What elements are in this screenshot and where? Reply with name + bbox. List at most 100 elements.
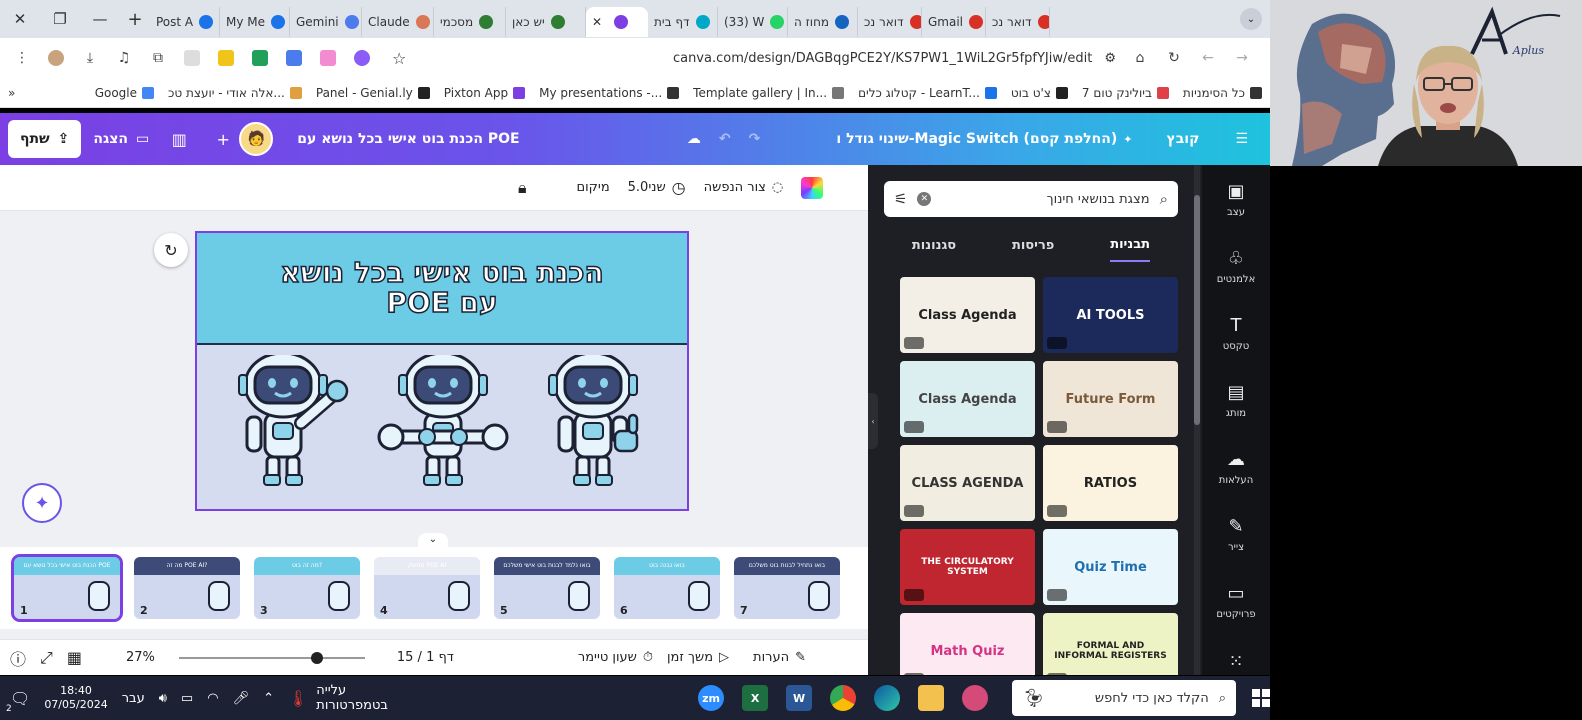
rail-item[interactable]: ✎ צייר [1202, 514, 1270, 554]
template-card[interactable]: RATIOS [1043, 445, 1178, 521]
page-indicator[interactable]: דף 1 / 15 [397, 650, 454, 665]
bookmark-item[interactable]: אלה אודי - יועצת טכ... [168, 86, 302, 100]
new-tab-button[interactable]: + [120, 9, 150, 30]
wifi-icon[interactable]: ◠ [207, 691, 218, 706]
close-tab-icon[interactable]: ✕ [592, 15, 602, 29]
chrome-app-icon[interactable] [830, 685, 857, 711]
template-card[interactable]: AI TOOLS [1043, 277, 1178, 353]
word-app-icon[interactable]: W [786, 685, 813, 711]
bookmark-item[interactable]: כל הסימניות [1183, 86, 1262, 100]
help-icon[interactable]: ⓘ [10, 646, 26, 670]
volume-icon[interactable]: 🔊︎ [159, 691, 167, 706]
redo-icon[interactable]: ↷ [749, 131, 761, 147]
tab-templates[interactable]: תבניות [1110, 237, 1151, 262]
fullscreen-icon[interactable]: ⤢ [40, 648, 53, 668]
back-icon[interactable]: ← [1194, 44, 1222, 72]
more-bookmarks-icon[interactable]: » [8, 86, 15, 100]
zoom-slider-knob[interactable] [310, 651, 323, 664]
template-card[interactable]: Future Form [1043, 361, 1178, 437]
duration-bottom-button[interactable]: משך זמן ▷ [667, 650, 729, 665]
clear-search-icon[interactable]: ✕ [917, 192, 932, 206]
slide-thumbnail[interactable]: בואו נבנה בוט 6 [614, 557, 720, 619]
filter-icon[interactable]: ⚟ [894, 190, 907, 208]
analytics-icon[interactable]: ▥ [163, 123, 195, 155]
browser-tab[interactable]: Post A [150, 7, 220, 37]
slide-title-line2[interactable]: עם POE [386, 287, 499, 319]
site-settings-icon[interactable]: ⚙ [1104, 51, 1116, 66]
excel-app-icon[interactable]: X [742, 685, 769, 711]
template-card[interactable]: Math Quiz [900, 613, 1035, 675]
grid-view-icon[interactable]: ▦ [67, 648, 82, 667]
apps-grid-icon[interactable]: ⁙ [1202, 649, 1270, 673]
document-title[interactable]: הכנת בוט אישי בכל נושא עם POE [297, 131, 519, 147]
slide-thumbnail[interactable]: בואו נלמד לבנות בוט אישי משלכם 5 [494, 557, 600, 619]
rail-item[interactable]: ▤ מותג [1202, 380, 1270, 420]
browser-tab[interactable]: מחוז ה [788, 7, 858, 37]
forward-icon[interactable]: → [1228, 44, 1256, 72]
media-control-icon[interactable]: ♫ [110, 44, 138, 72]
bookmark-item[interactable]: Panel - Genial.ly [316, 86, 430, 100]
template-card[interactable]: THE CIRCULATORY SYSTEM [900, 529, 1035, 605]
bookmark-item[interactable]: Template gallery | In... [693, 86, 845, 100]
undo-icon[interactable]: ↶ [719, 131, 731, 147]
extension-icon[interactable] [212, 44, 240, 72]
bookmark-star-icon[interactable]: ☆ [392, 49, 406, 68]
rotate-icon[interactable]: ↻ [154, 233, 188, 267]
tray-chevron-icon[interactable]: ⌃ [263, 691, 274, 706]
panel-collapse-chevron-icon[interactable]: ‹ [868, 393, 878, 449]
bookmark-item[interactable]: Google [95, 86, 155, 100]
duration-button[interactable]: 5.0שני ◷ [628, 178, 686, 197]
bookmark-item[interactable]: צ'ט בוט [1011, 86, 1068, 100]
snipping-tool-icon[interactable] [962, 685, 989, 711]
extension-icon[interactable] [178, 44, 206, 72]
slide-canvas[interactable]: הכנת בוט אישי בכל נושא עם POE [195, 231, 689, 511]
bookmark-item[interactable]: Pixton App [444, 86, 526, 100]
browser-tab[interactable]: דואר נכ [986, 7, 1050, 37]
language-indicator[interactable]: עבר [122, 691, 145, 706]
browser-tab[interactable]: יש כאן [506, 7, 586, 37]
tab-layouts[interactable]: פריסות [1012, 238, 1054, 253]
browser-tab[interactable]: Claude [362, 7, 434, 37]
share-button[interactable]: שתף ⇪ [8, 120, 82, 158]
template-card[interactable]: Quiz Time [1043, 529, 1178, 605]
file-menu[interactable]: קובץ [1167, 131, 1200, 147]
system-clock[interactable]: 18:40 07/05/2024 [44, 684, 107, 712]
bookmark-item[interactable]: קטלוג כלים - LearnT... [858, 86, 997, 100]
bookmark-item[interactable]: ביולינק טום 7 [1082, 86, 1169, 100]
collapse-pages-chevron-icon[interactable]: ⌄ [418, 533, 448, 547]
template-card[interactable]: CLASS AGENDA [900, 445, 1035, 521]
menu-kebab-icon[interactable]: ⋮ [8, 44, 36, 72]
zoom-slider[interactable] [178, 651, 365, 664]
edge-app-icon[interactable] [874, 685, 901, 711]
weather-widget[interactable]: 🌡︎ עלייה בטמפרטורות [288, 683, 398, 713]
close-window-icon[interactable]: ✕ [0, 0, 40, 38]
template-card[interactable]: Class Agenda [900, 361, 1035, 437]
browser-tab[interactable]: ✕ [586, 7, 648, 37]
avatar[interactable]: 🧑 [239, 122, 274, 156]
magic-sparkle-button[interactable]: ✦ [22, 483, 62, 523]
magic-switch-button[interactable]: שינוי גודל ו-Magic Switch (החלפת קסם) ✦ [836, 131, 1132, 147]
hamburger-menu-icon[interactable]: ☰ [1235, 131, 1248, 147]
slide-thumbnail[interactable]: בואו נתחיל לבנות בוט משלכם 7 [734, 557, 840, 619]
zoom-app-icon[interactable]: zm [698, 685, 725, 711]
browser-tab[interactable]: דף בית [648, 7, 718, 37]
browser-tab[interactable]: דואר נכ [858, 7, 922, 37]
windows-start-icon[interactable] [1252, 689, 1270, 707]
rail-item[interactable]: ☁ העלאות [1202, 447, 1270, 487]
timer-button[interactable]: שעון טיימר ⏱︎ [578, 650, 653, 665]
template-search-input[interactable]: ⚟ ✕ מצגת בנושאי חינוך ⌕ [884, 181, 1178, 217]
rail-item[interactable]: ▭ פרויקטים [1202, 581, 1270, 621]
browser-tab[interactable]: Gmail [922, 7, 986, 37]
rail-item[interactable]: T טקסט [1202, 313, 1270, 353]
tab-styles[interactable]: סגנונות [912, 238, 956, 253]
extension-icon[interactable] [246, 44, 274, 72]
microphone-icon[interactable]: 🎤︎ [233, 691, 250, 706]
present-button[interactable]: הצגה ▭ [93, 131, 149, 147]
slide-thumbnail[interactable]: מה זה POE AI? 2 [134, 557, 240, 619]
browser-tab[interactable]: (33) W [718, 7, 788, 37]
rail-item[interactable]: ♧ אלמנטים [1202, 246, 1270, 286]
tab-search-chevron-icon[interactable]: ⌄ [1240, 8, 1262, 30]
file-explorer-icon[interactable] [918, 685, 945, 711]
home-icon[interactable]: ⌂ [1126, 44, 1154, 72]
zoom-value[interactable]: 27% [126, 650, 155, 665]
